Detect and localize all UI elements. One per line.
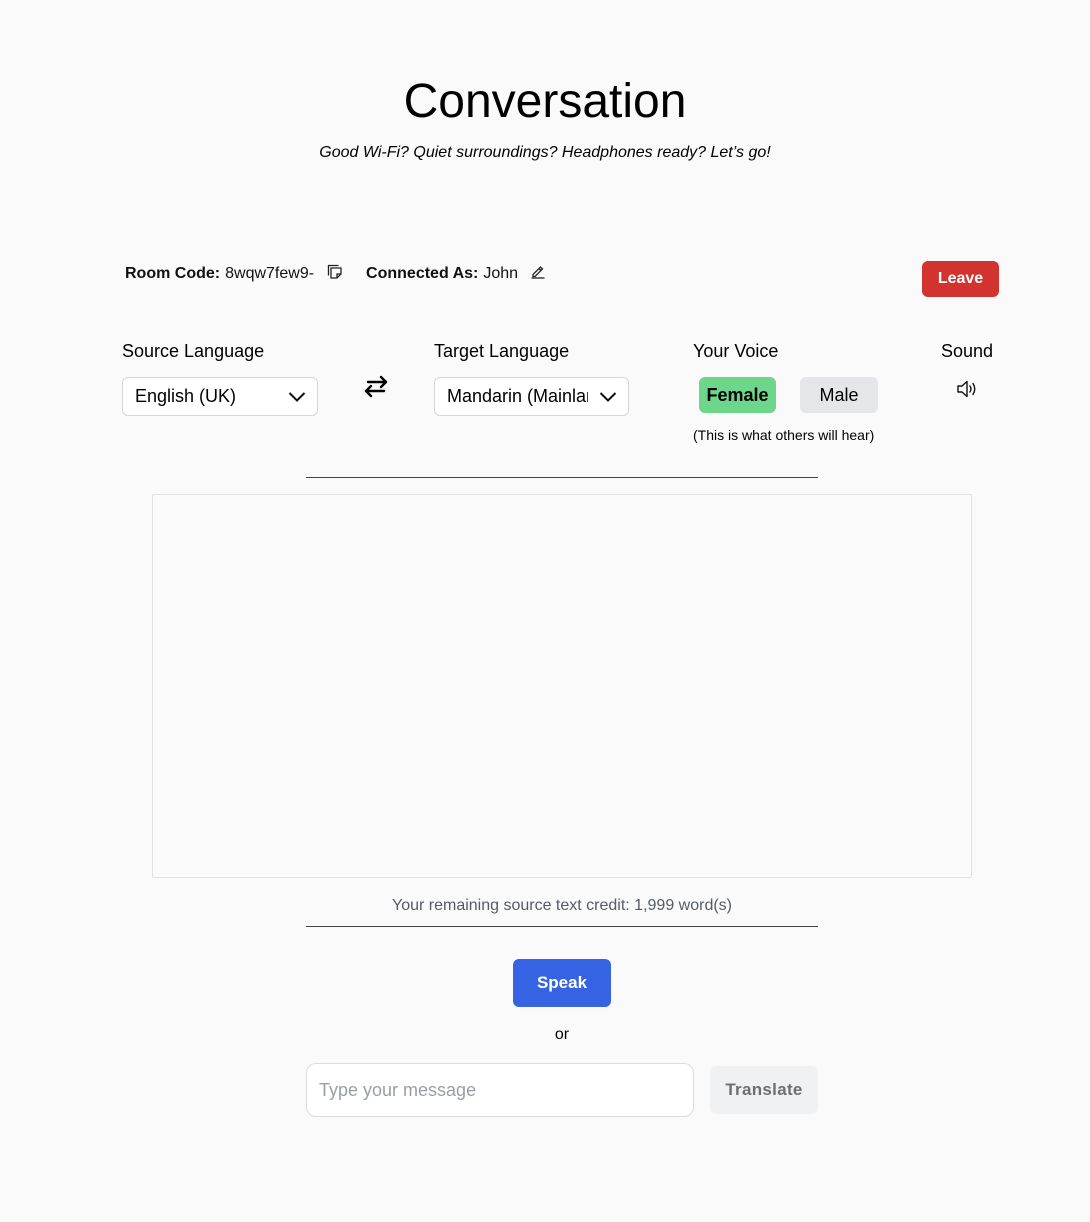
source-language-label: Source Language: [122, 341, 265, 361]
divider-bottom: [306, 926, 818, 927]
swap-languages-button[interactable]: [360, 372, 392, 400]
voice-female-button[interactable]: Female: [699, 377, 776, 413]
room-code: Room Code: 8wqw7few9-: [125, 263, 344, 285]
translate-button[interactable]: Translate: [710, 1066, 818, 1114]
chevron-down-icon: [277, 390, 317, 403]
connected-user: John: [483, 265, 519, 282]
room-code-label: Room Code:: [125, 265, 221, 282]
source-language-select[interactable]: English (UK): [122, 377, 318, 416]
speaker-icon: [957, 380, 976, 398]
page-subtitle: Good Wi-Fi? Quiet surroundings? Headphon…: [319, 144, 771, 161]
pencil-icon[interactable]: [528, 261, 548, 281]
chevron-down-icon: [588, 390, 628, 403]
voice-note: (This is what others will hear): [693, 427, 875, 443]
swap-arrows-icon: [364, 375, 388, 398]
conversation-page: Conversation Good Wi-Fi? Quiet surroundi…: [0, 0, 1090, 1222]
message-input[interactable]: [306, 1063, 694, 1117]
divider-top: [306, 477, 818, 478]
connected-label: Connected As:: [366, 265, 479, 282]
target-language-label: Target Language: [434, 341, 570, 361]
your-voice-label: Your Voice: [693, 341, 779, 361]
source-language-value: English (UK): [135, 386, 237, 406]
sound-toggle-button[interactable]: [954, 377, 980, 401]
page-title: Conversation: [403, 75, 687, 128]
connected-as: Connected As: John: [366, 263, 548, 285]
copy-icon[interactable]: [324, 261, 344, 281]
sound-label: Sound: [941, 341, 994, 361]
target-language-select[interactable]: Mandarin (Mainland): [434, 377, 629, 416]
or-separator: or: [554, 1026, 570, 1043]
room-code-value: 8wqw7few9-: [225, 265, 315, 282]
target-language-value: Mandarin (Mainland): [447, 386, 588, 406]
conversation-messages-panel[interactable]: [152, 494, 972, 878]
credit-text: Your remaining source text credit: 1,999…: [391, 897, 732, 914]
room-info-row: Room Code: 8wqw7few9- Connected As: John: [125, 263, 548, 285]
speak-button[interactable]: Speak: [513, 959, 611, 1007]
leave-button[interactable]: Leave: [922, 261, 999, 297]
voice-male-button[interactable]: Male: [800, 377, 878, 413]
